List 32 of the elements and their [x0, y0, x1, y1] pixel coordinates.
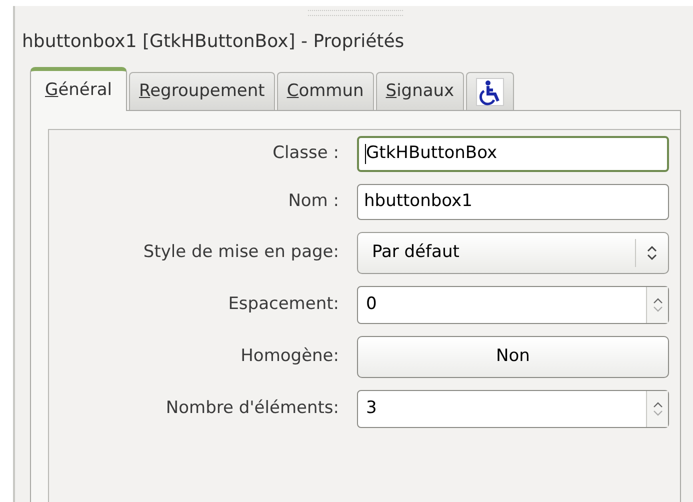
property-label: Style de mise en page: [142, 241, 339, 264]
tab[interactable]: Regroupement [129, 72, 275, 110]
tab[interactable]: Commun [276, 72, 374, 110]
field-value: GtkHButtonBox [366, 142, 498, 166]
panel-title: hbuttonbox1 [GtkHButtonBox] - Propriétés [22, 30, 406, 54]
property-label: Nombre d'éléments: [164, 397, 339, 420]
text-cursor [365, 144, 366, 164]
property-label: Classe : [272, 142, 339, 166]
down-chevron-icon [652, 409, 662, 417]
spin-field[interactable]: 3 [357, 390, 669, 428]
tab[interactable]: Signaux [376, 72, 464, 110]
dropdown-button[interactable]: Par défaut [357, 232, 669, 274]
text-field[interactable]: hbuttonbox1 [357, 184, 669, 220]
up-down-chevron-icon [646, 244, 658, 262]
field-value: 3 [365, 397, 378, 420]
text-field[interactable]: GtkHButtonBox [357, 136, 669, 172]
tab[interactable]: Général [30, 67, 128, 111]
toggle-button[interactable]: Non [357, 336, 669, 378]
wheelchair-icon [476, 78, 504, 106]
tab[interactable] [466, 72, 514, 110]
field-value: hbuttonbox1 [364, 190, 472, 214]
spin-arrows[interactable] [646, 287, 668, 323]
up-chevron-icon [652, 401, 662, 409]
property-label: Nom : [287, 190, 339, 214]
spin-arrows[interactable] [646, 391, 668, 427]
property-label: Espacement: [227, 293, 339, 316]
down-chevron-icon [652, 305, 662, 313]
field-value: 0 [365, 293, 378, 316]
spin-field[interactable]: 0 [357, 286, 669, 324]
property-label: Homogène: [240, 345, 339, 368]
drag-handle[interactable] [308, 10, 403, 16]
up-chevron-icon [652, 297, 662, 305]
